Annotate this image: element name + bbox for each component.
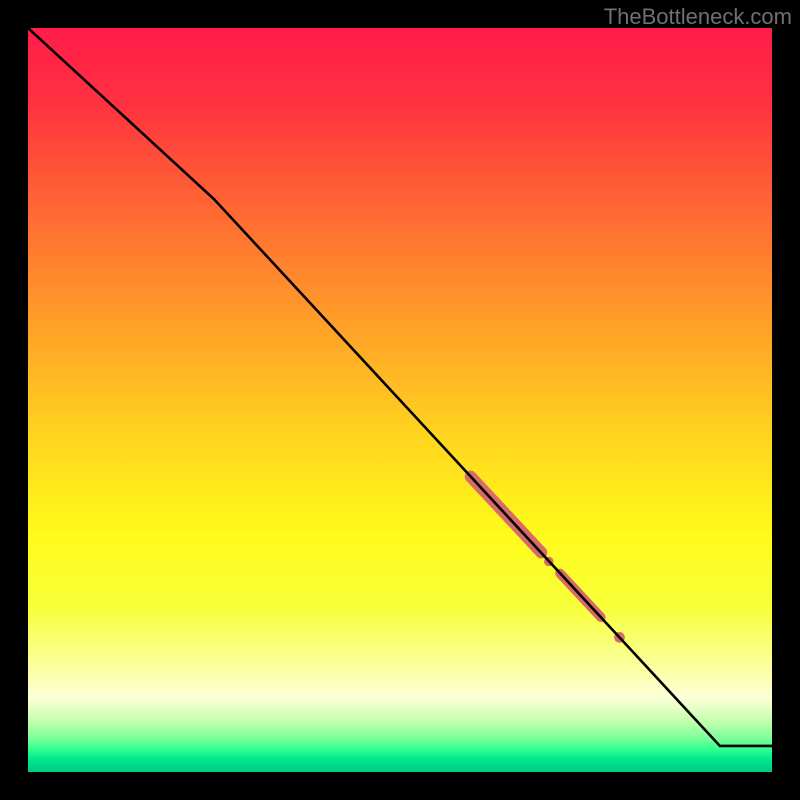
chart-svg: [28, 28, 772, 772]
plot-area: [28, 28, 772, 772]
watermark-text: TheBottleneck.com: [604, 4, 792, 30]
chart-curve: [28, 28, 772, 746]
